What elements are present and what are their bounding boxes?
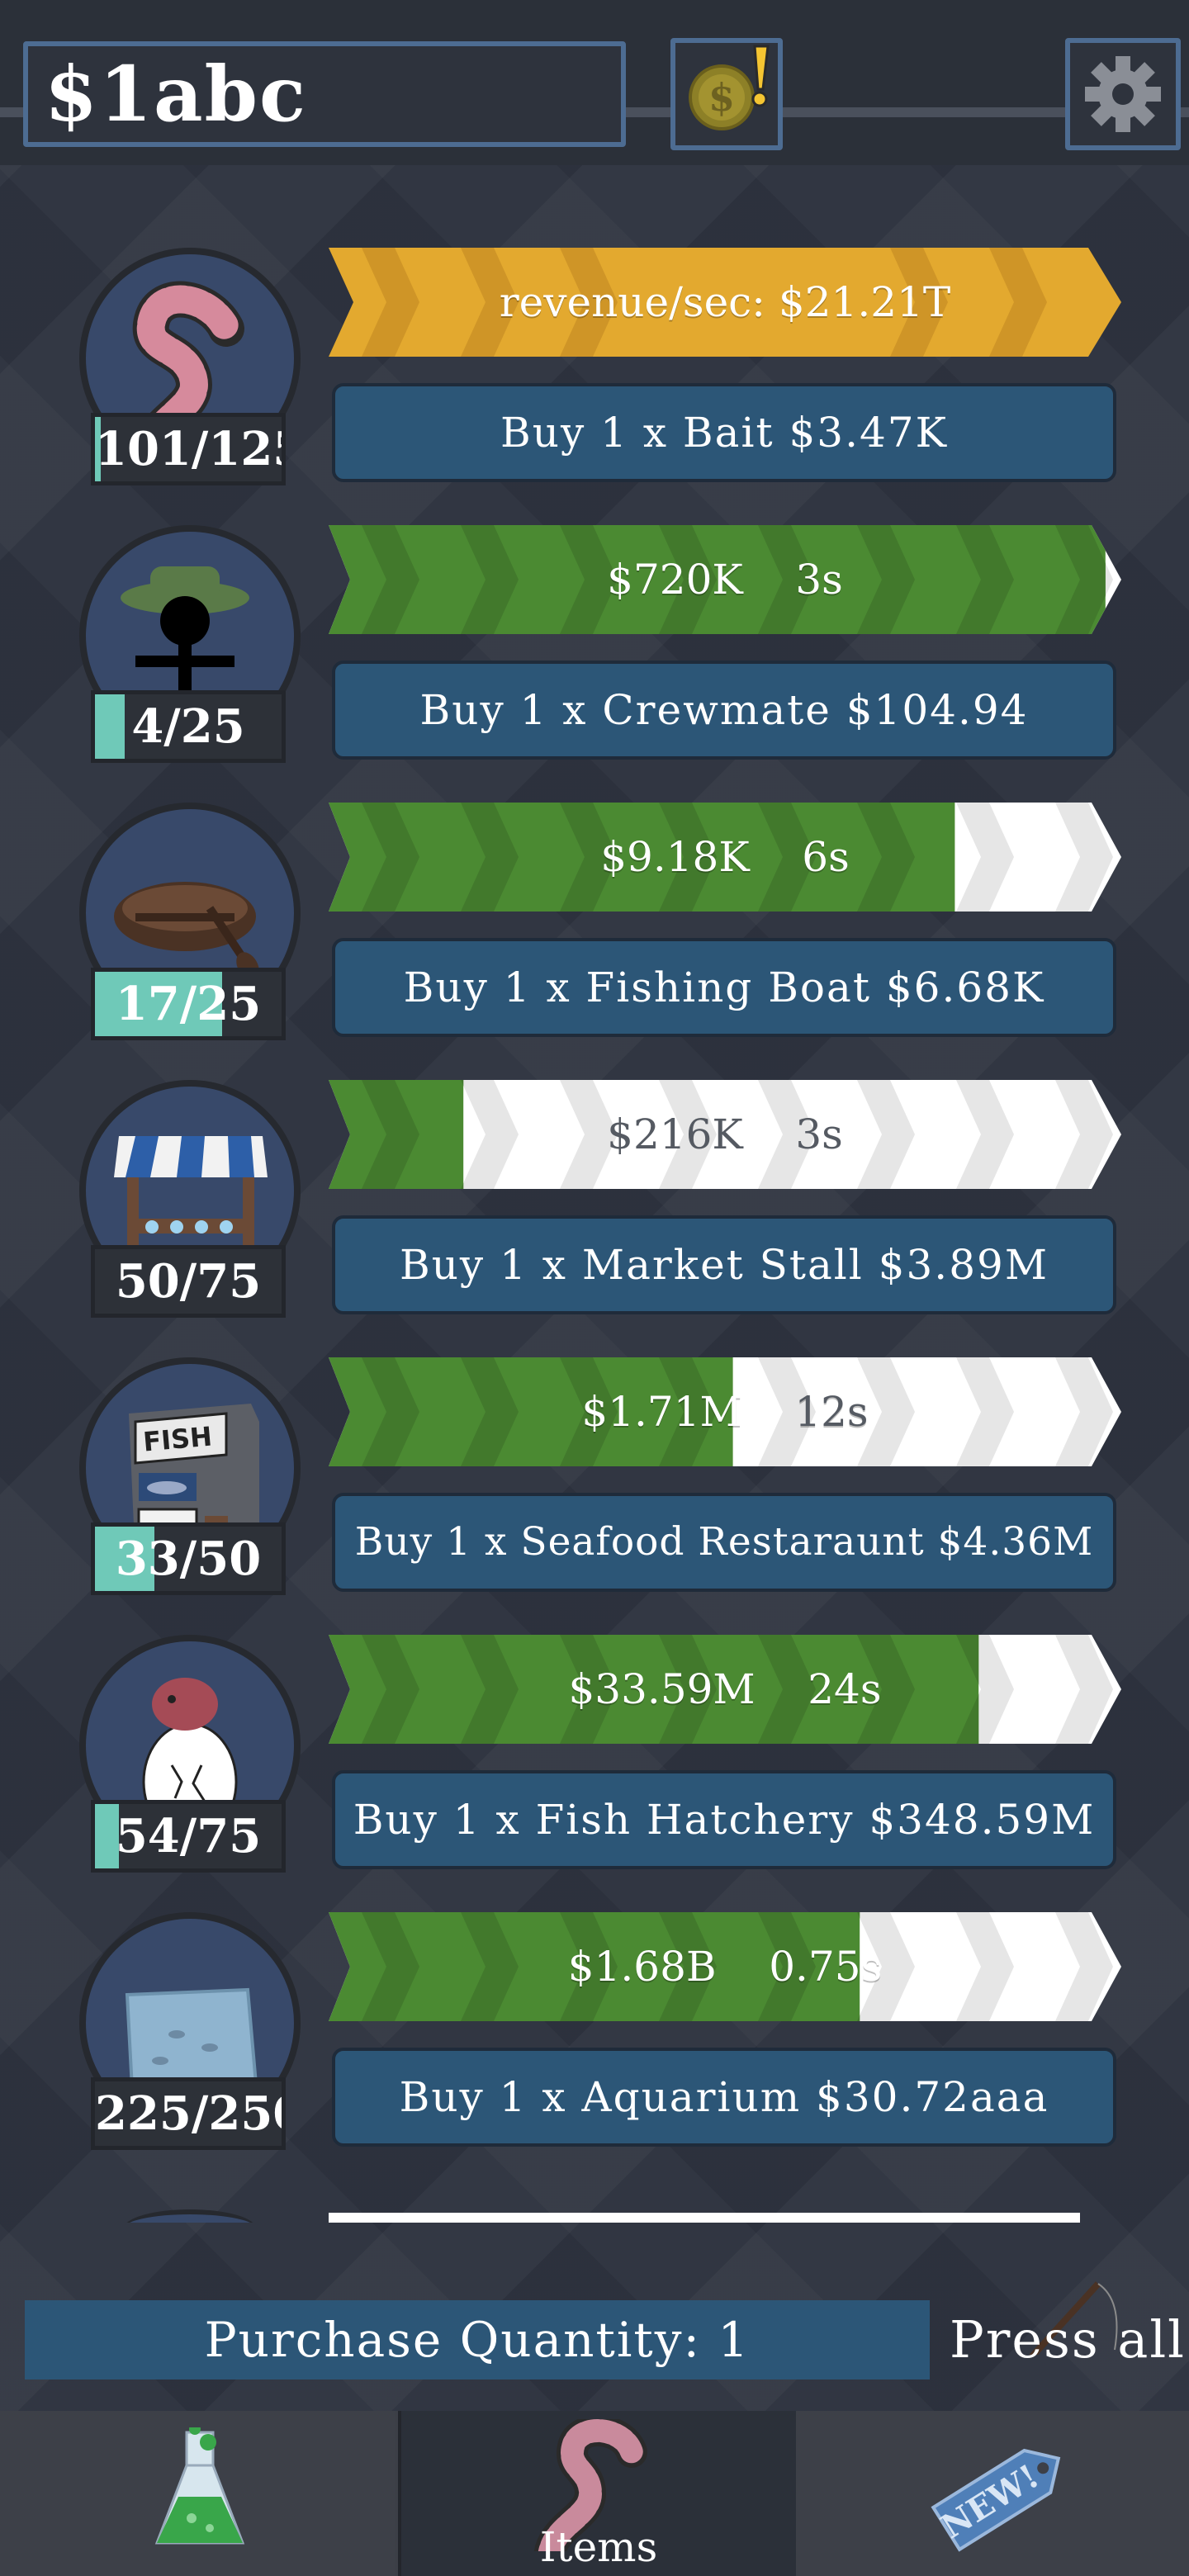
counter-progress-fill (95, 694, 126, 759)
buy-button-aquarium[interactable]: Buy 1 x Aquarium $30.72aaa (332, 2048, 1116, 2147)
bar-value: $9.18K (600, 833, 750, 881)
partial-avatar (124, 2209, 256, 2223)
money-value: $1abc (45, 50, 307, 139)
buy-button-label: Buy 1 x Fish Hatchery $348.59M (353, 1796, 1096, 1844)
money-display: $1abc (23, 41, 626, 147)
item-row-aquarium: 225/250 $1.68B 0.75s Buy 1 x Aquarium $3… (0, 1912, 1189, 2190)
buy-button-label: Buy 1 x Aquarium $30.72aaa (399, 2073, 1049, 2121)
bar-time: 6s (802, 833, 850, 881)
buy-button-label: Buy 1 x Fishing Boat $6.68K (403, 964, 1045, 1011)
revenue-text: revenue/sec: $21.21T (499, 278, 951, 326)
item-counter: 50/75 (91, 1245, 286, 1318)
tab-items[interactable]: Items (398, 2411, 799, 2576)
gear-icon (1085, 56, 1161, 132)
item-counter: 54/75 (91, 1800, 286, 1873)
counter-text: 4/25 (131, 699, 245, 754)
bar-value-text: $9.18K 6s (600, 833, 850, 881)
item-counter: 17/25 (91, 968, 286, 1040)
partial-progress-bar (329, 2213, 1080, 2223)
next-item-row-partial (0, 2196, 1189, 2223)
press-all-button[interactable]: Press all (950, 2281, 1189, 2379)
bar-time: 24s (808, 1665, 882, 1713)
bar-value-text: $1.71M 12s (581, 1388, 868, 1436)
buy-button-bait[interactable]: Buy 1 x Bait $3.47K (332, 383, 1116, 482)
progress-bar: $33.59M 24s (329, 1635, 1121, 1744)
buy-button-label: Buy 1 x Market Stall $3.89M (399, 1241, 1049, 1289)
bar-value-text: $33.59M 24s (568, 1665, 881, 1713)
buy-button-label: Buy 1 x Seafood Restaraunt $4.36M (354, 1519, 1094, 1565)
bar-time: 0.75s (769, 1943, 883, 1991)
item-row-crewmate: 4/25 $720K 3s Buy 1 x Crewmate $104.94 (0, 525, 1189, 803)
bar-value: $1.68B (567, 1943, 717, 1991)
bar-value-text: $1.68B 0.75s (568, 1943, 882, 1991)
new-tag-icon: NEW! (931, 2448, 1061, 2552)
tab-new[interactable]: NEW! (796, 2411, 1189, 2576)
progress-bar: $1.71M 12s (329, 1357, 1121, 1466)
progress-bar: $216K 3s (329, 1080, 1121, 1189)
settings-button[interactable] (1065, 38, 1181, 150)
buy-button-fishing-boat[interactable]: Buy 1 x Fishing Boat $6.68K (332, 938, 1116, 1037)
item-counter: 225/250 (91, 2077, 286, 2150)
revenue-bar: revenue/sec: $21.21T (329, 248, 1121, 357)
item-counter: 4/25 (91, 690, 286, 763)
buy-button-crewmate[interactable]: Buy 1 x Crewmate $104.94 (332, 661, 1116, 760)
bar-value-text: $720K 3s (607, 556, 843, 604)
item-row-market-stall: 50/75 $216K 3s Buy 1 x Market Stall $3.8… (0, 1080, 1189, 1357)
counter-text: 101/125 (95, 422, 286, 476)
item-counter: 33/50 (91, 1522, 286, 1595)
svg-text:FISH: FISH (142, 1420, 214, 1457)
counter-text: 33/50 (115, 1532, 262, 1586)
item-row-seafood-restaraunt: FISH 33/50 $1.71M 12s Buy 1 x Seafood Re… (0, 1357, 1189, 1635)
purchase-quantity-button[interactable]: Purchase Quantity: 1 (25, 2300, 930, 2379)
tab-research[interactable] (0, 2411, 395, 2576)
counter-text: 17/25 (115, 977, 262, 1031)
progress-bar: $1.68B 0.75s (329, 1912, 1121, 2021)
progress-bar: $9.18K 6s (329, 803, 1121, 912)
bar-value: $216K (607, 1110, 743, 1158)
bar-time: 3s (795, 1110, 843, 1158)
bar-time: 3s (795, 556, 843, 604)
top-bar: $1abc $ (0, 0, 1189, 165)
dollar-coin-alert-icon: $ (689, 45, 770, 130)
bar-time: 12s (794, 1388, 869, 1436)
item-row-fishing-boat: 17/25 $9.18K 6s Buy 1 x Fishing Boat $6.… (0, 803, 1189, 1080)
purchase-quantity-label: Purchase Quantity: 1 (204, 2312, 751, 2368)
item-row-fish-hatchery: 54/75 $33.59M 24s Buy 1 x Fish Hatchery … (0, 1635, 1189, 1912)
buy-button-label: Buy 1 x Crewmate $104.94 (419, 686, 1029, 734)
buy-button-fish-hatchery[interactable]: Buy 1 x Fish Hatchery $348.59M (332, 1770, 1116, 1869)
progress-bar: $720K 3s (329, 525, 1121, 634)
item-counter: 101/125 (91, 413, 286, 485)
counter-text: 54/75 (115, 1809, 262, 1863)
bar-value: $1.71M (581, 1388, 742, 1436)
bar-value: $33.59M (568, 1665, 756, 1713)
potion-flask-icon (154, 2427, 245, 2545)
coin-alert-button[interactable]: $ (670, 38, 783, 150)
counter-text: 50/75 (115, 1254, 262, 1309)
buy-button-seafood-restaraunt[interactable]: Buy 1 x Seafood Restaraunt $4.36M (332, 1493, 1116, 1592)
tab-items-label: Items (539, 2523, 658, 2571)
bar-value-text: $216K 3s (607, 1110, 843, 1158)
item-row-bait: 101/125 revenue/sec: $21.21T Buy 1 x Bai… (0, 248, 1189, 525)
svg-text:$: $ (708, 75, 735, 120)
buy-button-market-stall[interactable]: Buy 1 x Market Stall $3.89M (332, 1215, 1116, 1314)
buy-button-label: Buy 1 x Bait $3.47K (500, 409, 948, 457)
bar-value: $720K (607, 556, 743, 604)
press-all-label: Press all (950, 2309, 1187, 2370)
counter-text: 225/250 (95, 2086, 286, 2141)
bottom-nav: Items NEW! (0, 2411, 1189, 2576)
